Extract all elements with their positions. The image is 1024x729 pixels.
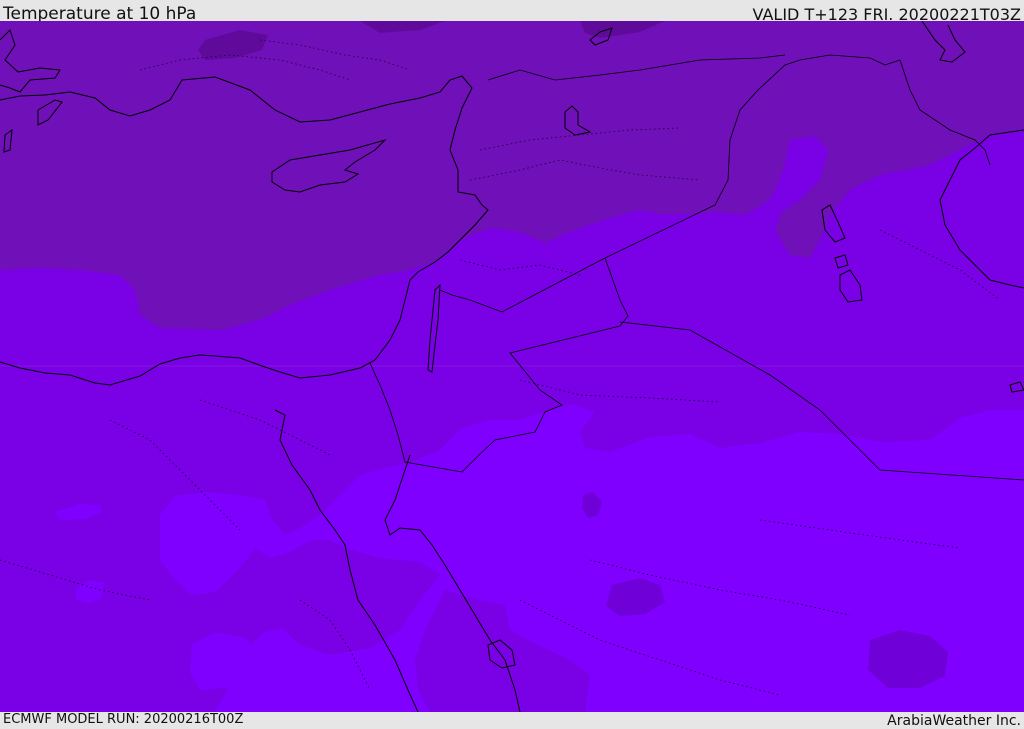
header-bar: Temperature at 10 hPa VALID T+123 FRI. 2…	[0, 0, 1024, 24]
temperature-map[interactable]	[0, 21, 1024, 712]
footer-bar: ECMWF MODEL RUN: 20200216T00Z ArabiaWeat…	[0, 712, 1024, 729]
map-canvas	[0, 21, 1024, 712]
model-run: ECMWF MODEL RUN: 20200216T00Z	[3, 712, 244, 727]
credit-label: ArabiaWeather Inc.	[887, 713, 1021, 729]
